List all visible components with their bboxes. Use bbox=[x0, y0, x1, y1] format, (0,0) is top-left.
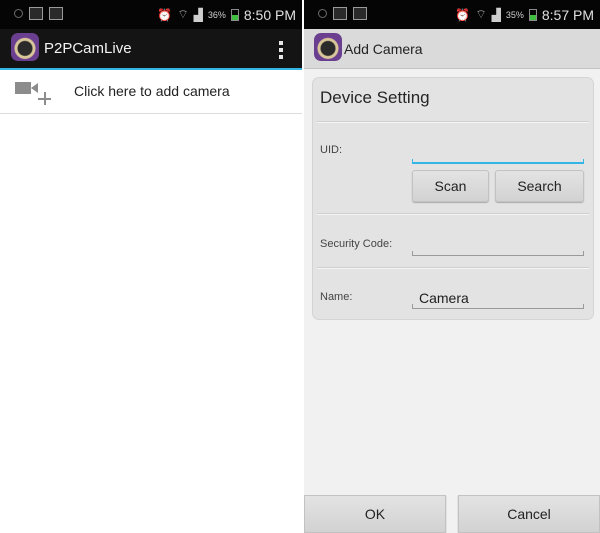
notification-icon bbox=[318, 9, 327, 18]
notification-icons bbox=[14, 7, 63, 20]
gallery-icon bbox=[29, 7, 43, 20]
scan-button[interactable]: Scan bbox=[412, 170, 489, 202]
action-bar: P2PCamLive bbox=[0, 29, 302, 70]
ok-button[interactable]: OK bbox=[304, 495, 446, 533]
uid-input[interactable] bbox=[412, 144, 584, 164]
app-title: P2PCamLive bbox=[44, 40, 132, 57]
wifi-icon: ⌔ bbox=[177, 7, 189, 21]
name-value: Camera bbox=[419, 290, 469, 306]
signal-icon: ▟ bbox=[193, 7, 203, 22]
name-input[interactable]: Camera bbox=[412, 289, 584, 309]
device-setting-card: Device Setting UID: Scan Search Security… bbox=[312, 77, 594, 320]
action-bar: Add Camera bbox=[304, 29, 600, 69]
alarm-icon: ⏰ bbox=[455, 7, 471, 22]
uid-label: UID: bbox=[320, 144, 342, 156]
search-button[interactable]: Search bbox=[495, 170, 584, 202]
app-logo-icon bbox=[11, 33, 39, 61]
battery-percent: 36% bbox=[207, 9, 226, 20]
image-icon bbox=[353, 7, 367, 20]
battery-icon bbox=[528, 8, 537, 21]
name-label: Name: bbox=[320, 291, 353, 303]
card-title: Device Setting bbox=[320, 88, 430, 107]
status-bar: ⏰ ⌔ ▟ 36% 8:50 PM bbox=[0, 0, 302, 29]
app-logo-icon[interactable] bbox=[314, 33, 342, 61]
security-code-label: Security Code: bbox=[320, 238, 393, 250]
notification-icon bbox=[14, 9, 23, 18]
divider bbox=[317, 267, 589, 269]
status-time: 8:50 PM bbox=[243, 6, 296, 23]
wifi-icon: ⌔ bbox=[475, 7, 487, 21]
page-title: Add Camera bbox=[344, 41, 423, 57]
security-code-input[interactable] bbox=[412, 236, 584, 256]
camera-list-screen: ⏰ ⌔ ▟ 36% 8:50 PM P2PCamLive Click here … bbox=[0, 0, 302, 533]
overflow-menu-icon[interactable] bbox=[279, 41, 284, 59]
status-bar: ⏰ ⌔ ▟ 35% 8:57 PM bbox=[304, 0, 600, 29]
signal-icon: ▟ bbox=[491, 7, 501, 22]
gallery-icon bbox=[333, 7, 347, 20]
battery-percent: 35% bbox=[505, 9, 524, 20]
divider bbox=[317, 121, 589, 123]
add-camera-label: Click here to add camera bbox=[74, 83, 230, 99]
alarm-icon: ⏰ bbox=[157, 7, 173, 22]
status-time: 8:57 PM bbox=[541, 6, 594, 23]
add-camera-screen: ⏰ ⌔ ▟ 35% 8:57 PM Add Camera Device Sett… bbox=[304, 0, 600, 533]
battery-icon bbox=[230, 8, 239, 21]
add-camera-icon bbox=[15, 80, 53, 108]
cancel-button[interactable]: Cancel bbox=[458, 495, 600, 533]
dialog-button-bar: OK Cancel bbox=[304, 495, 600, 533]
divider bbox=[317, 213, 589, 215]
image-icon bbox=[49, 7, 63, 20]
add-camera-item[interactable]: Click here to add camera bbox=[0, 70, 302, 114]
notification-icons bbox=[318, 7, 367, 20]
